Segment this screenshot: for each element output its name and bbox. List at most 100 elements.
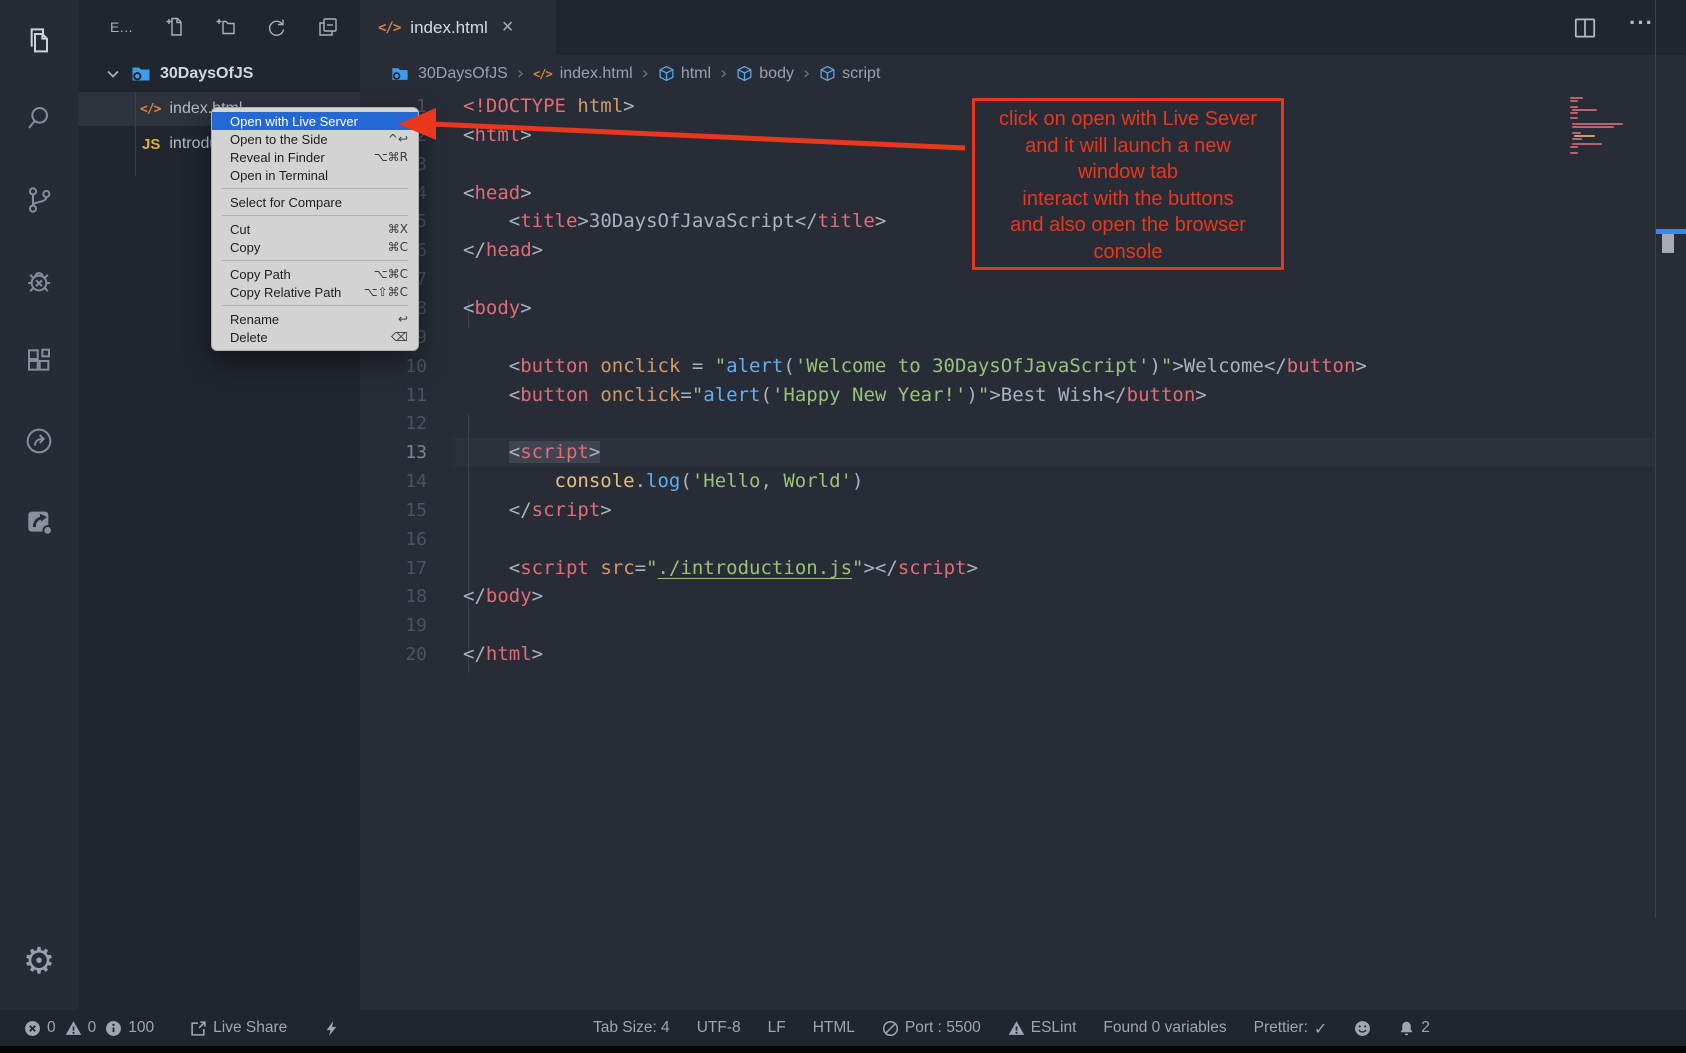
menu-item-copy-relative-path[interactable]: Copy Relative Path⌥⇧⌘C bbox=[212, 283, 418, 301]
run-debug-icon[interactable] bbox=[19, 261, 59, 301]
code-line[interactable]: 17 <script src="./introduction.js"></scr… bbox=[360, 554, 1686, 583]
code-line[interactable]: 18</body> bbox=[360, 582, 1686, 611]
search-icon[interactable] bbox=[19, 98, 59, 138]
menu-item-reveal-in-finder[interactable]: Reveal in Finder⌥⌘R bbox=[212, 148, 418, 166]
annotation-text-line: console bbox=[975, 239, 1281, 266]
line-number: 12 bbox=[360, 409, 427, 438]
minimap-line bbox=[1572, 126, 1614, 128]
live-share-icon bbox=[190, 1020, 207, 1037]
close-tab-icon[interactable]: × bbox=[502, 16, 514, 39]
breadcrumb-item-folder[interactable]: 30DaysOfJS bbox=[418, 65, 508, 83]
tab-title: index.html bbox=[410, 18, 487, 38]
line-number: 14 bbox=[360, 467, 427, 496]
code-line[interactable]: 19 bbox=[360, 611, 1686, 640]
warning-icon bbox=[65, 1020, 82, 1037]
menu-item-copy-path[interactable]: Copy Path⌥⌘C bbox=[212, 265, 418, 283]
folder-row-30daysofjs[interactable]: 30DaysOfJS bbox=[78, 57, 360, 91]
folder-icon bbox=[130, 64, 152, 84]
breadcrumb-separator: › bbox=[642, 63, 649, 84]
annotation-box: click on open with Live Severand it will… bbox=[972, 98, 1284, 270]
line-number: 15 bbox=[360, 496, 427, 525]
menu-separator bbox=[222, 260, 408, 261]
encoding-indicator[interactable]: UTF-8 bbox=[697, 1019, 741, 1037]
activity-bar: ⚙ bbox=[0, 0, 78, 1010]
error-icon bbox=[24, 1020, 41, 1037]
breadcrumb-separator: › bbox=[803, 63, 810, 84]
breadcrumb-item-file[interactable]: index.html bbox=[560, 65, 633, 83]
code-line[interactable]: 11 <button onclick="alert('Happy New Yea… bbox=[360, 381, 1686, 410]
menu-item-copy[interactable]: Copy⌘C bbox=[212, 238, 418, 256]
refresh-icon[interactable] bbox=[264, 15, 290, 41]
menu-item-delete[interactable]: Delete⌫ bbox=[212, 328, 418, 346]
split-editor-icon[interactable] bbox=[1572, 15, 1598, 41]
line-number: 10 bbox=[360, 352, 427, 381]
minimap-line bbox=[1574, 135, 1595, 137]
menu-item-select-for-compare[interactable]: Select for Compare bbox=[212, 193, 418, 211]
annotation-text-line: and it will launch a new bbox=[975, 133, 1281, 160]
code-line[interactable]: 8<body> bbox=[360, 294, 1686, 323]
live-share-status[interactable]: Live Share bbox=[190, 1019, 287, 1037]
explorer-icon[interactable] bbox=[19, 20, 59, 60]
source-control-icon[interactable] bbox=[19, 180, 59, 220]
eslint-status[interactable]: ESLint bbox=[1008, 1019, 1077, 1037]
annotation-text-line: interact with the buttons bbox=[975, 186, 1281, 213]
code-line[interactable]: 9 bbox=[360, 323, 1686, 352]
lightning-status-icon[interactable] bbox=[323, 1020, 340, 1037]
breadcrumb-item-body[interactable]: body bbox=[759, 65, 794, 83]
menu-item-open-with-live-server[interactable]: Open with Live Server bbox=[212, 112, 418, 130]
prettier-status[interactable]: Prettier: ✓ bbox=[1254, 1019, 1328, 1038]
explorer-header: E... bbox=[78, 0, 360, 55]
scrollbar-handle[interactable] bbox=[1662, 234, 1674, 253]
share-extension-icon[interactable] bbox=[19, 501, 59, 541]
line-number: 18 bbox=[360, 582, 427, 611]
minimap-line bbox=[1570, 100, 1578, 102]
problems-info[interactable]: 100 bbox=[105, 1019, 154, 1037]
slash-circle-icon bbox=[882, 1020, 899, 1037]
menu-item-open-in-terminal[interactable]: Open in Terminal bbox=[212, 166, 418, 184]
js-file-icon: JS bbox=[142, 136, 160, 153]
extensions-icon[interactable] bbox=[19, 341, 59, 381]
code-line[interactable]: 15 </script> bbox=[360, 496, 1686, 525]
live-server-port[interactable]: Port : 5500 bbox=[882, 1019, 981, 1037]
bell-icon bbox=[1398, 1020, 1415, 1037]
eol-indicator[interactable]: LF bbox=[768, 1019, 786, 1037]
symbol-cube-icon bbox=[658, 65, 675, 82]
language-indicator[interactable]: HTML bbox=[813, 1019, 855, 1037]
line-number: 20 bbox=[360, 640, 427, 669]
live-share-icon[interactable] bbox=[19, 421, 59, 461]
tree-indent-guide bbox=[135, 92, 136, 176]
more-actions-icon[interactable]: ··· bbox=[1629, 10, 1654, 36]
new-folder-icon[interactable] bbox=[213, 15, 239, 41]
annotation-text-line: window tab bbox=[975, 159, 1281, 186]
code-line[interactable]: 10 <button onclick = "alert('Welcome to … bbox=[360, 352, 1686, 381]
warning-icon bbox=[1008, 1020, 1025, 1037]
variables-found-status[interactable]: Found 0 variables bbox=[1103, 1019, 1226, 1037]
notifications-bell[interactable]: 2 bbox=[1398, 1019, 1430, 1037]
menu-item-cut[interactable]: Cut⌘X bbox=[212, 220, 418, 238]
feedback-smiley[interactable] bbox=[1354, 1020, 1371, 1037]
breadcrumb-item-script[interactable]: script bbox=[842, 65, 880, 83]
code-line[interactable]: 12 bbox=[360, 409, 1686, 438]
tab-size-indicator[interactable]: Tab Size: 4 bbox=[593, 1019, 670, 1037]
breadcrumb-item-html[interactable]: html bbox=[681, 65, 711, 83]
chevron-down-icon bbox=[105, 66, 121, 82]
code-line[interactable]: 14 console.log('Hello, World') bbox=[360, 467, 1686, 496]
tab-index-html[interactable]: </> index.html × bbox=[360, 0, 556, 55]
new-file-icon[interactable] bbox=[163, 15, 189, 41]
smiley-icon bbox=[1354, 1020, 1371, 1037]
breadcrumb-separator: › bbox=[517, 63, 524, 84]
lightning-icon bbox=[323, 1020, 340, 1037]
code-line[interactable]: 20</html> bbox=[360, 640, 1686, 669]
problems-errors[interactable]: 0 bbox=[24, 1019, 56, 1037]
menu-item-rename[interactable]: Rename↩ bbox=[212, 310, 418, 328]
breadcrumb: 30DaysOfJS › </> index.html › html › bod… bbox=[360, 55, 1686, 92]
status-bar: 0 0 100 Live Share Tab Size: 4 UTF-8 bbox=[0, 1010, 1686, 1046]
problems-warnings[interactable]: 0 bbox=[65, 1019, 97, 1037]
menu-item-open-to-the-side[interactable]: Open to the Side^↩ bbox=[212, 130, 418, 148]
settings-gear-icon[interactable]: ⚙ bbox=[19, 942, 59, 982]
minimap-line bbox=[1570, 146, 1578, 148]
minimap-line bbox=[1572, 138, 1582, 140]
code-line[interactable]: 13 <script> bbox=[360, 438, 1686, 467]
code-line[interactable]: 16 bbox=[360, 525, 1686, 554]
collapse-folders-icon[interactable] bbox=[316, 15, 342, 41]
